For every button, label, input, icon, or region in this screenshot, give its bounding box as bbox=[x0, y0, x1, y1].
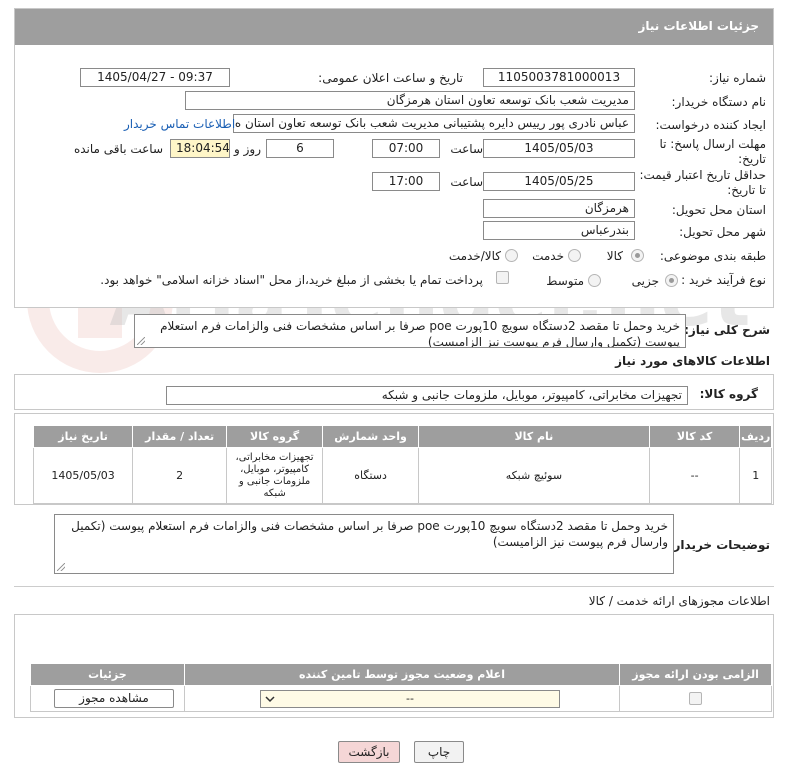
validity-time-label: ساعت bbox=[450, 175, 483, 189]
col-code: کد کالا bbox=[648, 425, 741, 448]
cell-permit-required bbox=[619, 685, 772, 712]
category-label: طبقه بندی موضوعی: bbox=[659, 249, 766, 263]
col-group: گروه کالا bbox=[226, 425, 324, 448]
announce-field: 1405/04/27 - 09:37 bbox=[80, 68, 230, 87]
goods-group-label: گروه کالا: bbox=[699, 387, 758, 401]
process-opt-minor: جزیی bbox=[631, 274, 659, 288]
cell-code: -- bbox=[648, 447, 741, 504]
col-qty: تعداد / مقدار bbox=[132, 425, 228, 448]
cell-group: تجهیزات مخابراتی، کامپیوتر، موبایل، ملزو… bbox=[226, 447, 324, 504]
cell-row: 1 bbox=[739, 447, 772, 504]
goods-table: ردیف کد کالا نام کالا واحد شمارش گروه کا… bbox=[32, 425, 772, 504]
col-unit: واحد شمارش bbox=[322, 425, 420, 448]
process-radio-medium[interactable] bbox=[588, 274, 601, 287]
buyer-org-label: نام دستگاه خریدار: bbox=[671, 95, 767, 109]
buyer-notes-label: توضیحات خریدار: bbox=[668, 538, 770, 552]
deadline-time-label: ساعت bbox=[450, 142, 483, 156]
treasury-payment-checkbox[interactable] bbox=[496, 271, 509, 284]
print-button[interactable]: چاپ bbox=[414, 741, 464, 763]
cell-date: 1405/05/03 bbox=[32, 447, 134, 504]
permits-title: اطلاعات مجوزهای ارائه خدمت / کالا bbox=[588, 594, 770, 608]
view-permit-button[interactable]: مشاهده مجوز bbox=[54, 689, 174, 708]
contact-buyer-link[interactable]: اطلاعات تماس خریدار bbox=[124, 117, 235, 131]
province-label: استان محل تحویل: bbox=[671, 203, 766, 217]
process-label: نوع فرآیند خرید : bbox=[681, 273, 766, 287]
back-button[interactable]: بازگشت bbox=[338, 741, 400, 763]
chevron-down-icon bbox=[265, 696, 275, 703]
deadline-date-field: 1405/05/03 bbox=[483, 139, 635, 158]
days-field: 6 bbox=[266, 139, 334, 158]
col-permit-required: الزامی بودن ارائه مجوز bbox=[619, 663, 772, 686]
creator-label: ایجاد کننده درخواست: bbox=[655, 118, 766, 132]
col-row: ردیف bbox=[739, 425, 772, 448]
col-name: نام کالا bbox=[418, 425, 650, 448]
resize-grip-icon[interactable] bbox=[57, 563, 65, 571]
cell-unit: دستگاه bbox=[322, 447, 420, 504]
need-number-label: شماره نیاز: bbox=[709, 71, 766, 85]
category-radio-service[interactable] bbox=[568, 249, 581, 262]
buyer-notes-text: خرید وحمل تا مقصد 2دستگاه سویچ 10پورت po… bbox=[71, 519, 668, 549]
validity-label-date: تا تاریخ: bbox=[727, 183, 766, 197]
city-field: بندرعباس bbox=[483, 221, 635, 240]
deadline-time-field: 07:00 bbox=[372, 139, 440, 158]
category-opt-both: کالا/خدمت bbox=[448, 249, 501, 263]
validity-date-field: 1405/05/25 bbox=[483, 172, 635, 191]
table-row: 1 -- سوئیچ شبکه دستگاه تجهیزات مخابراتی،… bbox=[32, 447, 772, 504]
announce-label: تاریخ و ساعت اعلان عمومی: bbox=[318, 71, 463, 85]
remaining-time-field: 18:04:54 bbox=[170, 139, 230, 158]
goods-group-field: تجهیزات مخابراتی، کامپیوتر، موبایل، ملزو… bbox=[166, 386, 688, 405]
remaining-label: ساعت باقی مانده bbox=[73, 142, 163, 156]
col-permit-details: جزئیات bbox=[30, 663, 185, 686]
category-opt-service: خدمت bbox=[532, 249, 564, 263]
col-permit-status: اعلام وضعیت مجوز توسط تامین کننده bbox=[183, 663, 621, 686]
category-radio-goods[interactable] bbox=[631, 249, 644, 262]
goods-info-title: اطلاعات کالاهای مورد نیاز bbox=[615, 354, 770, 368]
payment-note: پرداخت تمام یا بخشی از مبلغ خرید،از محل … bbox=[100, 273, 483, 287]
deadline-label-date: تاریخ: bbox=[738, 152, 766, 166]
validity-time-field: 17:00 bbox=[372, 172, 440, 191]
creator-field: عباس نادری پور رییس دایره پشتیبانی مدیری… bbox=[233, 114, 635, 133]
description-text: خرید وحمل تا مقصد 2دستگاه سویچ 10پورت po… bbox=[160, 319, 680, 348]
process-opt-medium: متوسط bbox=[546, 274, 584, 288]
category-radio-both[interactable] bbox=[505, 249, 518, 262]
need-details-panel: جزئیات اطلاعات نیاز bbox=[14, 8, 774, 308]
days-label: روز و bbox=[234, 142, 261, 156]
page-title: جزئیات اطلاعات نیاز bbox=[638, 19, 759, 33]
province-field: هرمزگان bbox=[483, 199, 635, 218]
city-label: شهر محل تحویل: bbox=[679, 225, 766, 239]
buyer-notes-textarea[interactable]: خرید وحمل تا مقصد 2دستگاه سویچ 10پورت po… bbox=[54, 514, 674, 574]
description-textarea[interactable]: خرید وحمل تا مقصد 2دستگاه سویچ 10پورت po… bbox=[134, 314, 686, 348]
panel-header: جزئیات اطلاعات نیاز bbox=[15, 9, 773, 45]
divider bbox=[14, 586, 774, 587]
deadline-label: مهلت ارسال پاسخ: تا bbox=[659, 137, 766, 151]
permit-required-checkbox[interactable] bbox=[689, 692, 703, 706]
buyer-org-field: مدیریت شعب بانک توسعه تعاون استان هرمزگا… bbox=[185, 91, 635, 110]
category-opt-goods: کالا bbox=[606, 249, 623, 263]
permit-status-value: -- bbox=[406, 692, 414, 705]
description-label: شرح کلی نیاز: bbox=[684, 323, 770, 337]
validity-label: حداقل تاریخ اعتبار قیمت: bbox=[639, 168, 766, 182]
col-date: تاریخ نیاز bbox=[32, 425, 134, 448]
permit-status-select[interactable]: -- bbox=[260, 690, 560, 708]
process-radio-minor[interactable] bbox=[665, 274, 678, 287]
cell-name: سوئیچ شبکه bbox=[418, 447, 650, 504]
resize-grip-icon[interactable] bbox=[137, 337, 145, 345]
need-number-field: 1105003781000013 bbox=[483, 68, 635, 87]
cell-qty: 2 bbox=[132, 447, 228, 504]
